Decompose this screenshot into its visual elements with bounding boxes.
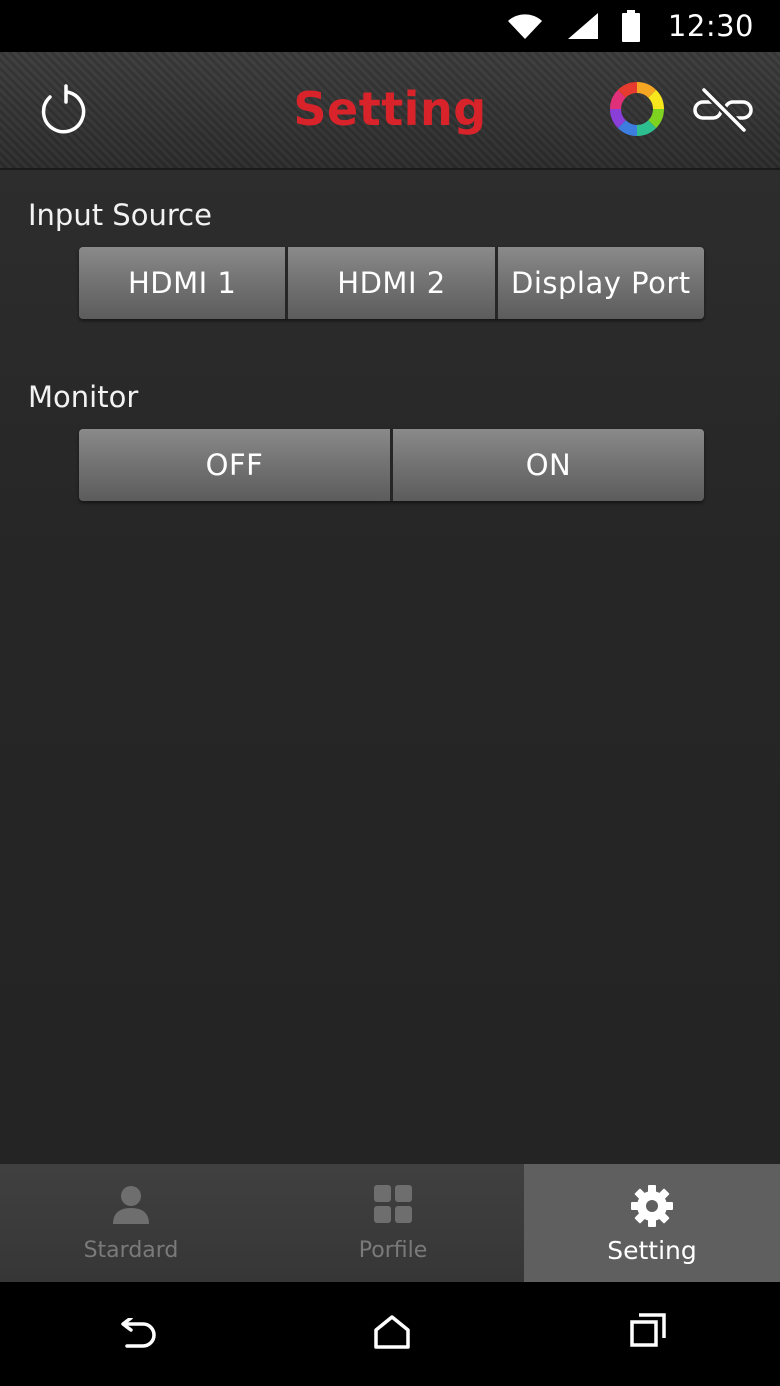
clock: 12:30 (667, 9, 754, 43)
tab-standard[interactable]: Stardard (0, 1164, 262, 1282)
tab-profile[interactable]: Porfile (262, 1164, 524, 1282)
grid-icon (374, 1185, 412, 1223)
input-hdmi2-button[interactable]: HDMI 2 (288, 247, 498, 319)
monitor-on-button[interactable]: ON (393, 429, 704, 501)
tab-setting-label: Setting (607, 1236, 697, 1265)
tab-setting[interactable]: Setting (524, 1164, 780, 1282)
settings-panel: Input Source HDMI 1 HDMI 2 Display Port … (0, 170, 780, 1164)
wifi-icon (507, 14, 542, 39)
person-icon (113, 1186, 149, 1224)
recents-icon[interactable] (628, 1312, 668, 1348)
monitor-label: Monitor (28, 380, 139, 414)
tab-profile-label: Porfile (358, 1238, 428, 1263)
back-icon[interactable] (117, 1318, 157, 1350)
system-nav-bar (0, 1282, 780, 1386)
color-wheel-icon[interactable] (608, 80, 666, 138)
bottom-tab-bar: Stardard Porfile Setting (0, 1164, 780, 1282)
unlink-icon[interactable] (692, 86, 754, 134)
input-hdmi1-button[interactable]: HDMI 1 (79, 247, 289, 319)
cell-signal-icon (567, 13, 598, 39)
monitor-selector: OFF ON (79, 429, 704, 501)
input-source-selector: HDMI 1 HDMI 2 Display Port (79, 247, 704, 319)
gear-icon (631, 1185, 673, 1227)
home-icon[interactable] (372, 1314, 412, 1350)
input-displayport-button[interactable]: Display Port (497, 247, 704, 319)
status-bar: 12:30 (0, 0, 780, 52)
input-source-label: Input Source (28, 198, 212, 232)
app-header: Setting (0, 52, 780, 170)
battery-icon (621, 10, 640, 42)
tab-standard-label: Stardard (83, 1238, 179, 1263)
monitor-off-button[interactable]: OFF (79, 429, 393, 501)
